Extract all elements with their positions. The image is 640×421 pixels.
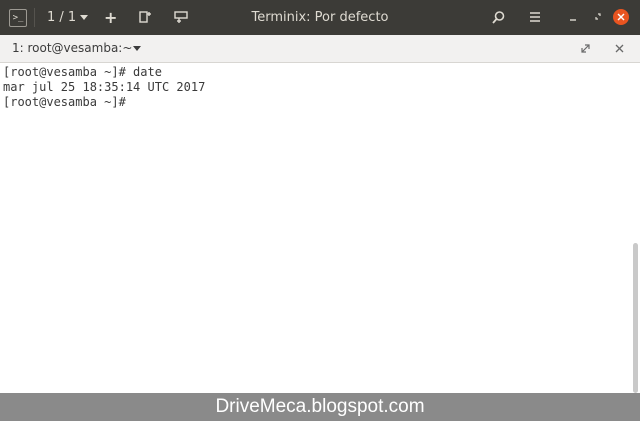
add-down-icon[interactable] — [174, 10, 189, 24]
menu-icon[interactable] — [529, 11, 541, 23]
terminal-line: [root@vesamba ~]# date — [3, 65, 162, 79]
terminal-area[interactable]: [root@vesamba ~]# date mar jul 25 18:35:… — [0, 63, 632, 393]
close-button[interactable] — [613, 9, 629, 25]
chevron-down-icon[interactable] — [133, 46, 141, 51]
maximize-terminal-icon[interactable] — [580, 43, 591, 54]
terminal-icon[interactable]: >_ — [9, 9, 27, 27]
terminal-line: [root@vesamba ~]# — [3, 95, 126, 109]
terminal-tab-bar: 1: root@vesamba:~ — [0, 35, 640, 63]
search-icon[interactable] — [491, 10, 506, 25]
restore-icon[interactable] — [592, 11, 604, 23]
add-right-icon[interactable] — [138, 10, 152, 24]
window-title: Terminix: Por defecto — [251, 10, 389, 25]
scrollbar-thumb[interactable] — [633, 243, 638, 393]
close-icon — [617, 13, 625, 21]
titlebar-separator — [34, 8, 35, 27]
new-session-icon[interactable]: + — [104, 0, 117, 35]
watermark-banner: DriveMeca.blogspot.com — [0, 393, 640, 421]
close-terminal-icon[interactable] — [614, 43, 625, 54]
watermark-text: DriveMeca.blogspot.com — [215, 396, 425, 417]
session-dropdown-icon[interactable] — [80, 15, 88, 20]
terminal-tab-title[interactable]: 1: root@vesamba:~ — [12, 35, 132, 62]
scrollbar[interactable] — [632, 63, 640, 393]
title-bar: >_ 1 / 1 + Terminix: Por defecto — [0, 0, 640, 35]
terminal-line: mar jul 25 18:35:14 UTC 2017 — [3, 80, 206, 94]
session-count[interactable]: 1 / 1 — [47, 0, 76, 35]
minimize-icon[interactable] — [567, 11, 579, 23]
